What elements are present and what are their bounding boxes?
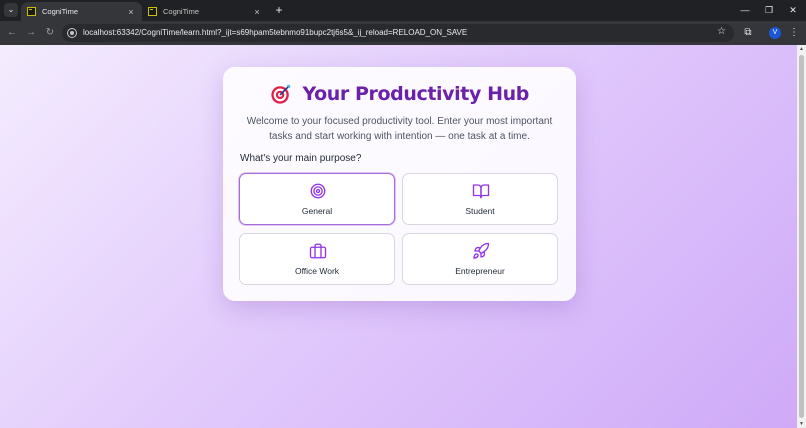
close-tab-icon[interactable]: × — [252, 7, 262, 17]
scroll-down-icon[interactable]: ▼ — [798, 421, 805, 427]
option-label: General — [301, 206, 333, 216]
option-entrepreneur[interactable]: Entrepreneur — [402, 233, 558, 285]
close-window-button[interactable]: ✕ — [786, 3, 800, 17]
forward-button[interactable]: → — [24, 25, 38, 41]
bookmark-star-icon[interactable]: ☆ — [717, 26, 726, 37]
new-tab-button[interactable]: + — [272, 3, 286, 17]
address-bar[interactable]: localhost:63342/CogniTime/learn.html?_ij… — [62, 24, 734, 42]
tab-strip: ⌄ CogniTime × CogniTime × + — ❐ ✕ — [0, 0, 806, 21]
back-button[interactable]: ← — [5, 25, 19, 41]
welcome-card: Your Productivity Hub Welcome to your fo… — [223, 67, 576, 301]
hero-heading: Your Productivity Hub — [223, 83, 576, 105]
target-icon — [310, 183, 326, 199]
book-open-icon — [472, 184, 490, 199]
option-office-work[interactable]: Office Work — [239, 233, 395, 285]
tab-title: CogniTime — [42, 7, 78, 16]
briefcase-icon — [309, 243, 327, 259]
page-viewport: Your Productivity Hub Welcome to your fo… — [0, 45, 797, 428]
rocket-icon — [473, 242, 490, 259]
favicon-icon — [148, 7, 157, 16]
scroll-thumb[interactable] — [799, 55, 804, 418]
reload-button[interactable]: ↻ — [43, 25, 57, 41]
option-label: Entrepreneur — [455, 266, 505, 276]
option-student[interactable]: Student — [402, 173, 558, 225]
scroll-up-icon[interactable]: ▲ — [798, 46, 805, 52]
option-label: Student — [465, 206, 495, 216]
url-text[interactable]: localhost:63342/CogniTime/learn.html?_ij… — [83, 28, 467, 37]
tab-cognitime-active[interactable]: CogniTime × — [21, 2, 142, 21]
favicon-icon — [27, 7, 36, 16]
tab-title: CogniTime — [163, 7, 199, 16]
minimize-button[interactable]: — — [738, 3, 752, 17]
purpose-question: What's your main purpose? — [240, 153, 362, 164]
menu-icon[interactable]: ⋮ — [787, 26, 801, 40]
close-tab-icon[interactable]: × — [126, 7, 136, 17]
tab-cognitime[interactable]: CogniTime × — [142, 2, 268, 21]
vertical-scrollbar[interactable]: ▲ ▼ — [797, 45, 806, 428]
browser-toolbar: ← → ↻ localhost:63342/CogniTime/learn.ht… — [0, 21, 806, 45]
extensions-icon[interactable]: ⧉ — [741, 26, 755, 40]
option-label: Office Work — [294, 266, 340, 276]
restore-button[interactable]: ❐ — [762, 3, 776, 17]
intro-text: Welcome to your focused productivity too… — [246, 116, 553, 142]
site-info-icon[interactable] — [67, 28, 77, 38]
target-icon — [271, 84, 291, 104]
tab-search-icon[interactable]: ⌄ — [4, 3, 18, 17]
page-title: Your Productivity Hub — [302, 83, 529, 105]
option-general[interactable]: General — [239, 173, 395, 225]
profile-avatar[interactable]: V — [769, 27, 781, 39]
